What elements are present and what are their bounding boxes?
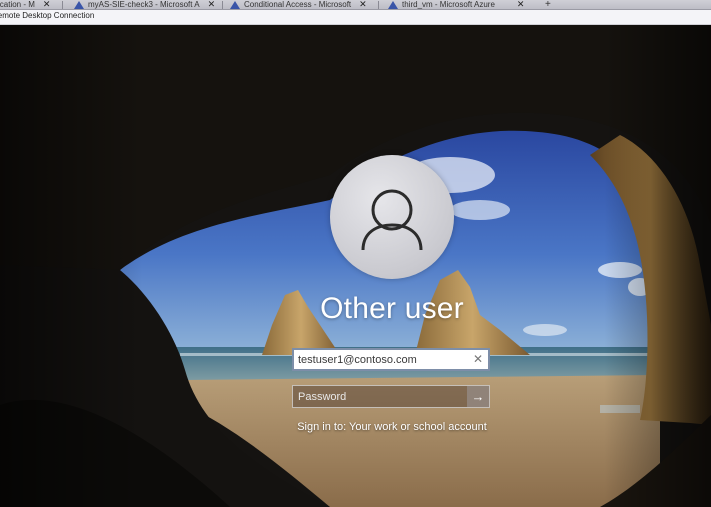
tab-divider [62,1,63,9]
sign-in-to-link[interactable]: Sign in to: Your work or school account [250,421,534,433]
tab-label: ication - M [0,0,35,9]
browser-tab[interactable]: myAS-SIE-check3 - Microsoft A ✕ [74,0,215,9]
azure-icon [74,0,84,9]
browser-tab[interactable]: Conditional Access - Microsoft ✕ [230,0,367,9]
clear-icon[interactable]: ✕ [473,352,483,367]
arrow-right-icon: → [471,389,485,404]
browser-tab-bar: ication - M ✕ myAS-SIE-check3 - Microsof… [0,0,711,10]
user-icon [361,189,423,251]
azure-icon [388,0,398,9]
remote-lock-screen: Other user ✕ → Sign in to: Your work or … [0,25,711,507]
window-title: Remote Desktop Connection [0,11,95,20]
close-icon[interactable]: ✕ [43,0,51,9]
rdp-title-bar: Remote Desktop Connection [0,10,711,25]
close-icon[interactable]: ✕ [208,0,216,9]
username-heading: Other user [320,292,464,325]
user-avatar [330,155,454,279]
password-field[interactable]: → [292,385,490,408]
close-icon[interactable]: ✕ [359,0,367,9]
browser-tab[interactable]: ication - M ✕ [0,0,50,9]
azure-icon [230,0,240,9]
tab-divider [222,1,223,9]
tab-label: Conditional Access - Microsoft [244,0,352,9]
tab-label: myAS-SIE-check3 - Microsoft A [88,0,200,9]
password-input[interactable] [298,389,458,404]
close-icon[interactable]: ✕ [517,0,525,9]
tab-divider [378,1,379,9]
tab-label: third_vm - Microsoft Azure [402,0,495,9]
browser-tab[interactable]: third_vm - Microsoft Azure ✕ [388,0,524,9]
new-tab-button[interactable]: + [545,0,551,9]
email-field[interactable]: ✕ [292,348,490,371]
email-input[interactable] [298,352,466,367]
submit-arrow-button[interactable]: → [467,386,489,407]
